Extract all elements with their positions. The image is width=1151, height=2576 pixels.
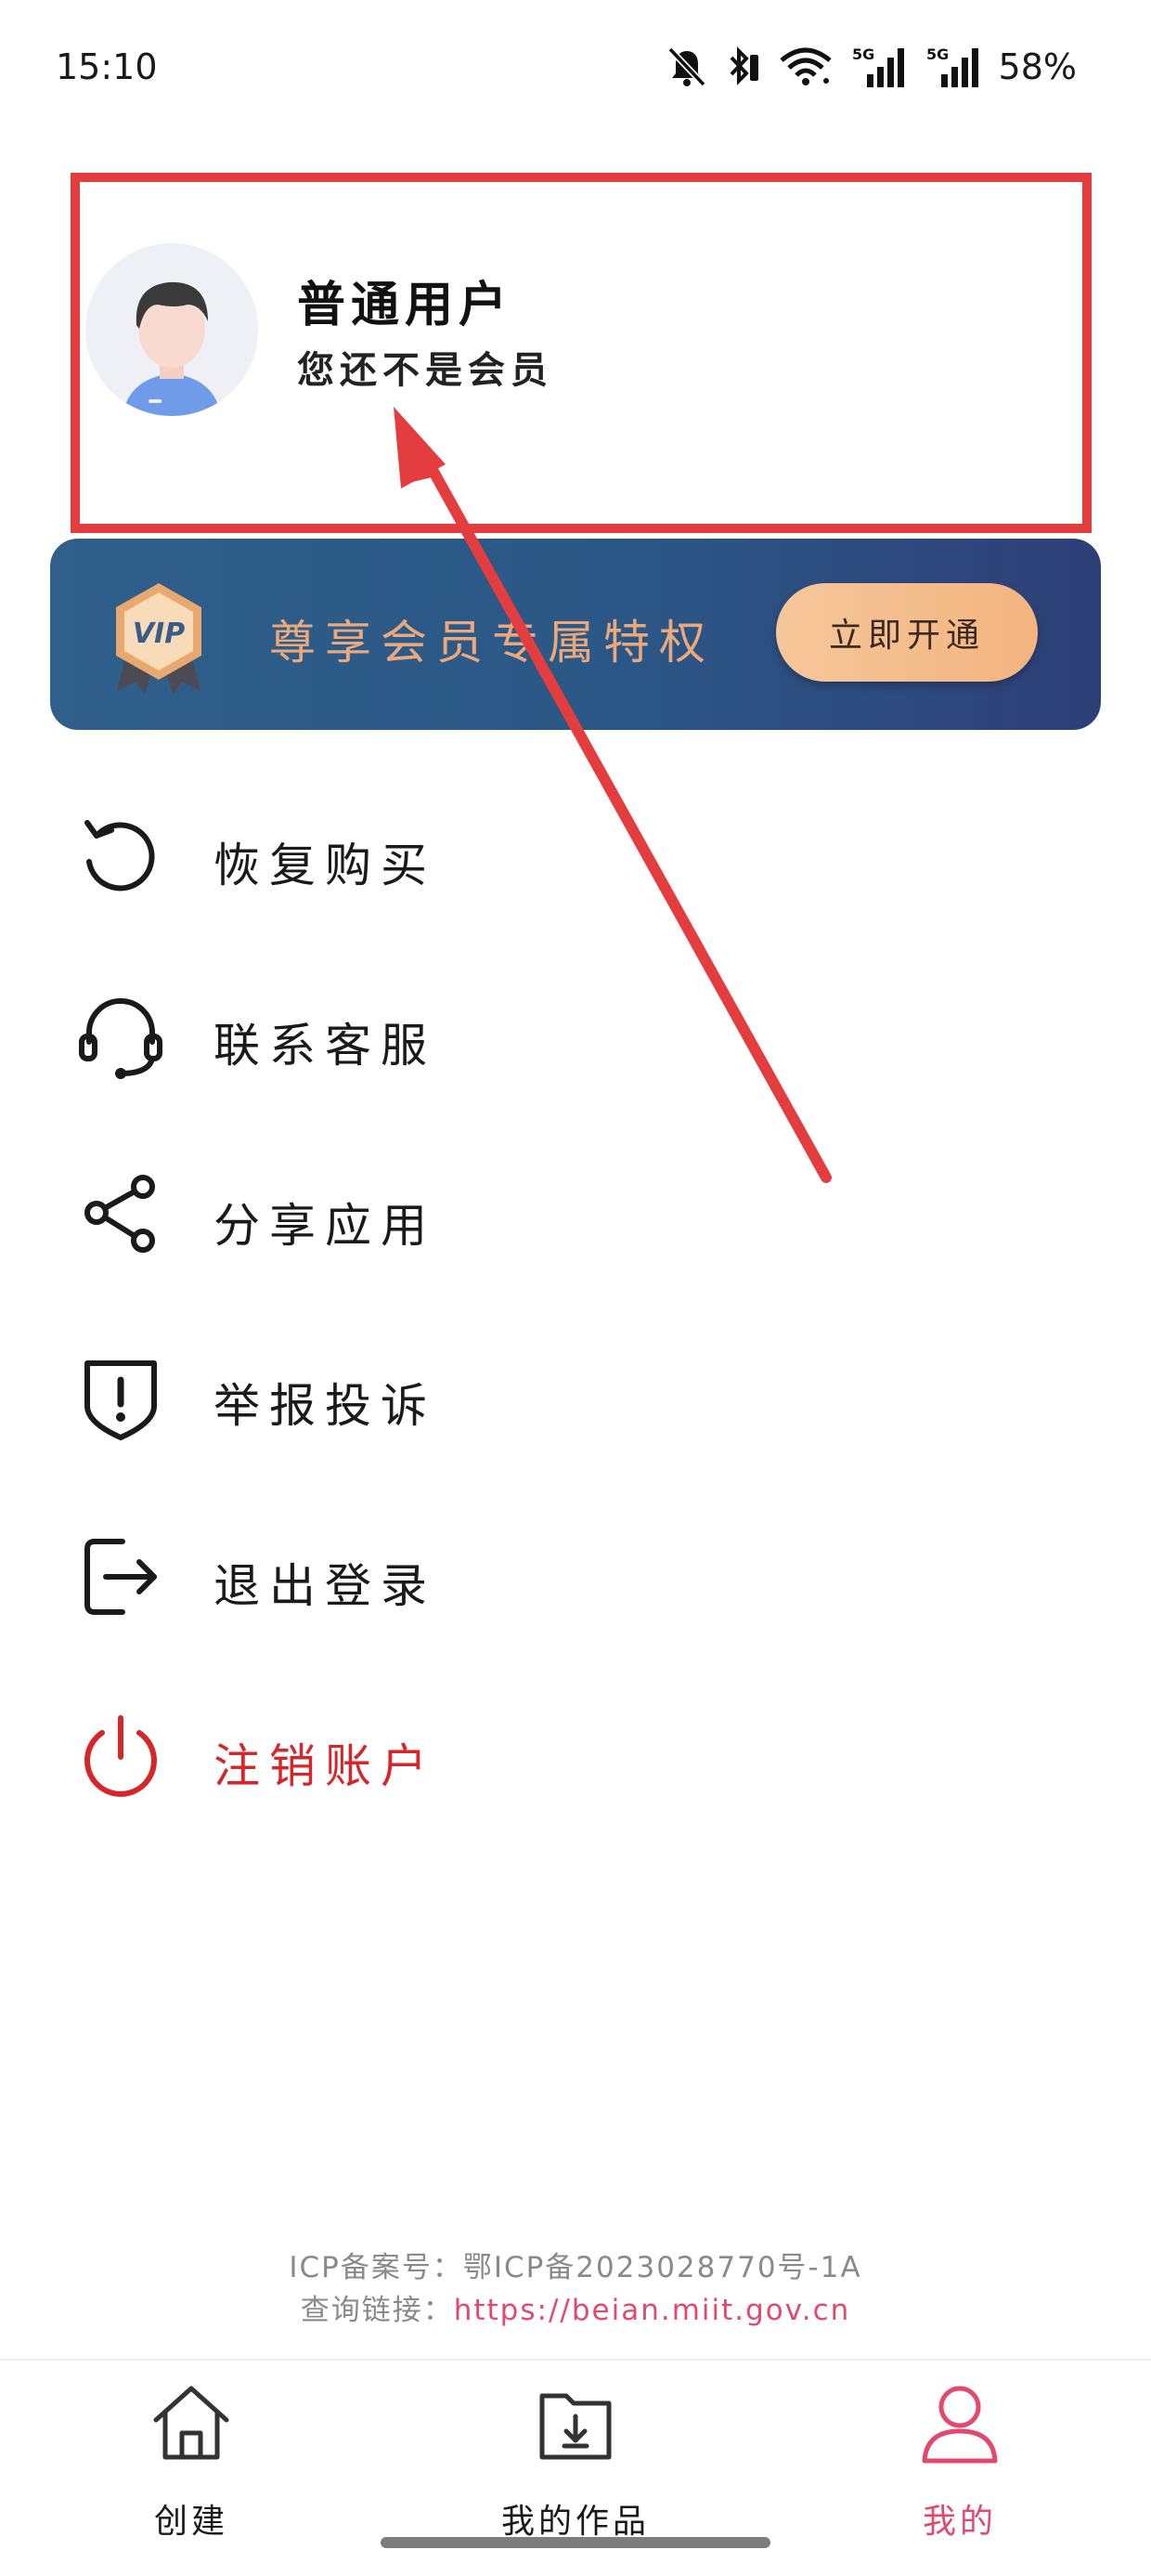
signal-5g-label: 5G: [926, 46, 949, 63]
signal-5g-icon: 5G: [852, 46, 904, 87]
vip-badge-text: VIP: [133, 618, 185, 650]
home-icon: [153, 2386, 229, 2460]
vip-banner[interactable]: VIP 尊享会员专属特权 立即开通: [50, 539, 1101, 730]
wifi-icon: [779, 47, 832, 85]
nav-label: 创建: [153, 2503, 228, 2541]
headset-icon: [79, 998, 162, 1079]
menu-item-share-app[interactable]: 分享应用: [74, 1170, 1077, 1309]
status-bar: 15:10 5G 5G 58%: [0, 0, 1151, 139]
nav-tab-my-works[interactable]: 我的作品: [436, 2379, 715, 2546]
signal-5g-icon: 5G: [926, 46, 978, 87]
status-icons: 5G 5G 58%: [666, 41, 1077, 93]
battery-level: 58%: [998, 46, 1077, 87]
icp-query-label: 查询链接：: [300, 2294, 454, 2327]
icp-query-row: 查询链接：https://beian.miit.gov.cn: [0, 2286, 1151, 2328]
menu-item-label: 分享应用: [213, 1199, 436, 1253]
nav-tab-create[interactable]: 创建: [52, 2379, 330, 2546]
home-indicator: [381, 2537, 770, 2548]
menu-item-logout[interactable]: 退出登录: [74, 1530, 1077, 1670]
menu-item-restore-purchase[interactable]: 恢复购买: [74, 810, 1077, 949]
folder-download-icon: [539, 2393, 612, 2460]
menu-item-delete-account[interactable]: 注销账户: [74, 1711, 1077, 1850]
icp-record: ICP备案号：鄂ICP备2023028770号-1A: [289, 2251, 862, 2284]
signal-5g-label: 5G: [852, 46, 874, 63]
menu-item-contact-support[interactable]: 联系客服: [74, 990, 1077, 1129]
menu-item-label: 注销账户: [213, 1739, 436, 1793]
icp-query-link[interactable]: https://beian.miit.gov.cn: [454, 2294, 851, 2327]
annotation-highlight-box: [71, 173, 1092, 533]
nav-label: 我的: [922, 2503, 997, 2541]
power-icon: [84, 1715, 157, 1797]
menu-item-label: 联系客服: [213, 1019, 436, 1073]
restore-icon: [84, 820, 155, 891]
nav-label: 我的作品: [500, 2503, 650, 2541]
user-icon: [922, 2386, 998, 2464]
vip-badge-icon: VIP: [116, 583, 201, 695]
share-icon: [84, 1175, 155, 1253]
open-membership-button[interactable]: 立即开通: [776, 583, 1038, 682]
menu-item-label: 举报投诉: [213, 1379, 436, 1433]
vip-banner-title: 尊享会员专属特权: [269, 616, 715, 670]
menu-item-report[interactable]: 举报投诉: [74, 1350, 1077, 1490]
menu-item-label: 恢复购买: [213, 839, 436, 892]
logout-icon: [84, 1539, 157, 1615]
status-time: 15:10: [56, 46, 158, 87]
bluetooth-icon: [730, 46, 758, 85]
report-shield-icon: [84, 1360, 157, 1440]
bell-off-icon: [666, 46, 706, 87]
menu-item-label: 退出登录: [213, 1559, 436, 1613]
nav-tab-me[interactable]: 我的: [821, 2379, 1099, 2546]
